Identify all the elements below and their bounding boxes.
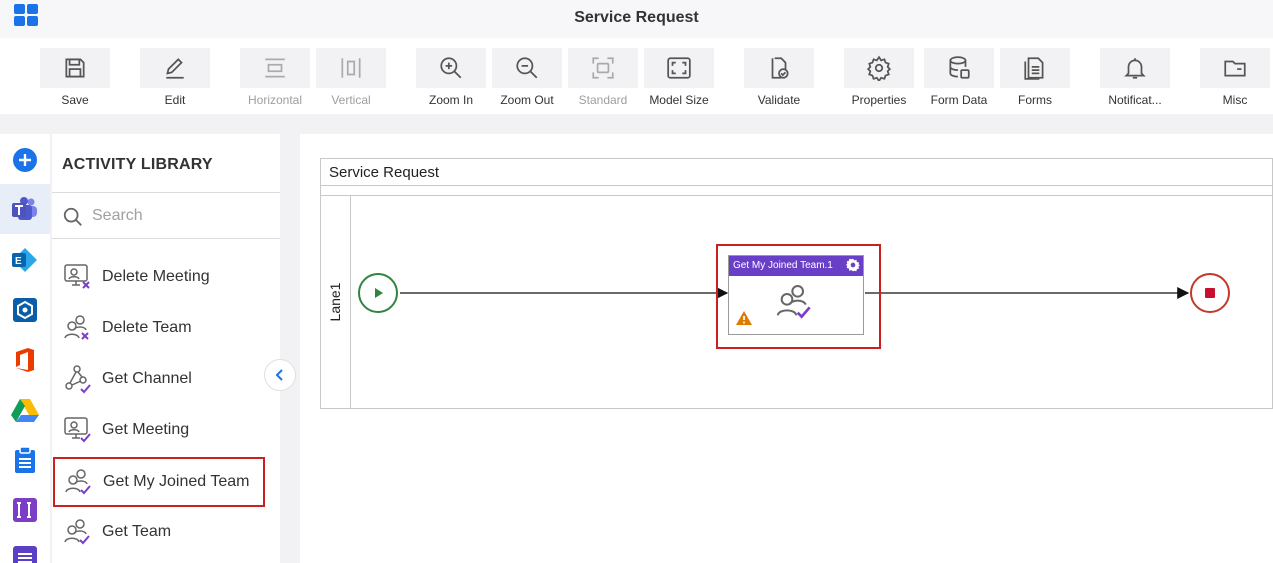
stop-icon <box>1205 288 1215 298</box>
clipboard-icon[interactable] <box>11 446 39 474</box>
library-item-label: Get Team <box>102 523 172 540</box>
zoom-in-button[interactable]: Zoom In <box>415 48 487 107</box>
model-size-label: Model Size <box>649 93 709 107</box>
play-icon <box>375 288 383 298</box>
gear-icon[interactable] <box>846 258 860 272</box>
teams-icon[interactable] <box>0 184 50 234</box>
database-icon <box>949 56 970 79</box>
library-item-label: Get Channel <box>102 370 192 387</box>
svg-text:E: E <box>15 256 22 267</box>
edit-icon <box>166 58 184 79</box>
notifications-button[interactable]: Notificat... <box>1099 48 1171 107</box>
edit-button[interactable]: Edit <box>139 48 211 107</box>
zoom-in-label: Zoom In <box>428 93 473 107</box>
warning-icon[interactable] <box>735 310 753 326</box>
library-item-get-meeting[interactable]: Get Meeting <box>54 405 264 455</box>
office-icon[interactable] <box>11 346 39 374</box>
zoom-out-icon <box>516 57 538 79</box>
validate-label: Validate <box>757 93 801 107</box>
lane-header[interactable]: Lane1 <box>321 196 351 408</box>
start-event[interactable] <box>358 273 398 313</box>
forms-label: Forms <box>1018 93 1052 107</box>
library-item-label: Get Meeting <box>102 421 190 438</box>
azure-icon[interactable] <box>11 296 39 324</box>
zoom-out-label: Zoom Out <box>500 93 554 107</box>
get-my-joined-team-icon <box>776 285 811 319</box>
standard-label: Standard <box>578 93 628 107</box>
pool-header-band <box>321 186 1272 196</box>
model-size-button[interactable]: Model Size <box>643 48 715 107</box>
save-icon <box>65 58 85 78</box>
form-data-button[interactable]: Form Data <box>923 48 995 107</box>
list-icon[interactable] <box>11 544 39 563</box>
library-item-get-channel[interactable]: Get Channel <box>54 354 264 404</box>
vertical-icon <box>341 58 361 78</box>
library-item-get-team[interactable]: Get Team <box>54 507 264 557</box>
delete-meeting-icon <box>60 259 96 295</box>
notifications-label: Notificat... <box>1108 93 1162 107</box>
library-item-get-my-joined-team[interactable]: Get My Joined Team <box>53 457 265 507</box>
horizontal-icon <box>265 58 285 78</box>
get-team-icon <box>60 514 96 550</box>
title-bar: Service Request <box>0 0 1273 38</box>
connector-rail: E <box>0 134 50 563</box>
zoom-out-button[interactable]: Zoom Out <box>491 48 563 107</box>
add-icon[interactable] <box>11 146 39 174</box>
library-title: ACTIVITY LIBRARY <box>62 156 213 173</box>
library-item-label: Delete Team <box>102 319 192 336</box>
validate-icon <box>771 57 789 79</box>
library-item-label: Get My Joined Team <box>103 473 250 490</box>
vertical-button[interactable]: Vertical <box>315 48 387 107</box>
text-field-icon[interactable] <box>11 496 39 524</box>
end-event[interactable] <box>1190 273 1230 313</box>
get-meeting-icon <box>60 412 96 448</box>
delete-team-icon <box>60 310 96 346</box>
chevron-left-icon <box>275 369 283 381</box>
misc-button[interactable]: Misc <box>1199 48 1271 107</box>
properties-button[interactable]: Properties <box>843 48 915 107</box>
properties-label: Properties <box>851 93 907 107</box>
forms-button[interactable]: Forms <box>999 48 1071 107</box>
collapse-panel-button[interactable] <box>264 359 296 391</box>
form-data-label: Form Data <box>930 93 988 107</box>
horizontal-button[interactable]: Horizontal <box>239 48 311 107</box>
search-icon <box>63 207 82 226</box>
library-search <box>52 193 280 239</box>
standard-button[interactable]: Standard <box>567 48 639 107</box>
bell-icon <box>1124 58 1146 79</box>
standard-icon <box>592 57 614 79</box>
library-item-label: Delete Meeting <box>102 268 210 285</box>
pool-title: Service Request <box>321 159 1272 186</box>
google-drive-icon[interactable] <box>11 396 39 424</box>
save-label: Save <box>61 93 89 107</box>
edit-label: Edit <box>164 93 186 107</box>
validate-button[interactable]: Validate <box>743 48 815 107</box>
get-channel-icon <box>60 361 96 397</box>
folder-icon <box>1224 60 1246 77</box>
horizontal-label: Horizontal <box>247 93 303 107</box>
gear-icon <box>866 55 892 81</box>
library-item-delete-meeting[interactable]: Delete Meeting <box>54 252 264 302</box>
toolbar: Save Edit Horizontal Vertical Zoom In Zo… <box>0 38 1273 114</box>
task-title: Get My Joined Team.1 <box>729 256 863 276</box>
library-item-delete-team[interactable]: Delete Team <box>54 303 264 353</box>
task-get-my-joined-team[interactable]: Get My Joined Team.1 <box>728 255 864 335</box>
exchange-icon[interactable]: E <box>11 246 39 274</box>
model-size-icon <box>667 57 691 79</box>
forms-icon <box>1024 57 1044 80</box>
zoom-in-icon <box>440 57 462 79</box>
get-my-joined-team-icon <box>61 464 97 500</box>
search-input[interactable] <box>92 205 262 227</box>
page-title: Service Request <box>574 9 699 26</box>
lane-label: Lane1 <box>327 282 343 322</box>
divider <box>52 238 280 239</box>
save-button[interactable]: Save <box>39 48 111 107</box>
vertical-label: Vertical <box>331 93 371 107</box>
activity-library: ACTIVITY LIBRARY Delete Meeting Delete T… <box>52 134 280 563</box>
misc-label: Misc <box>1222 93 1248 107</box>
